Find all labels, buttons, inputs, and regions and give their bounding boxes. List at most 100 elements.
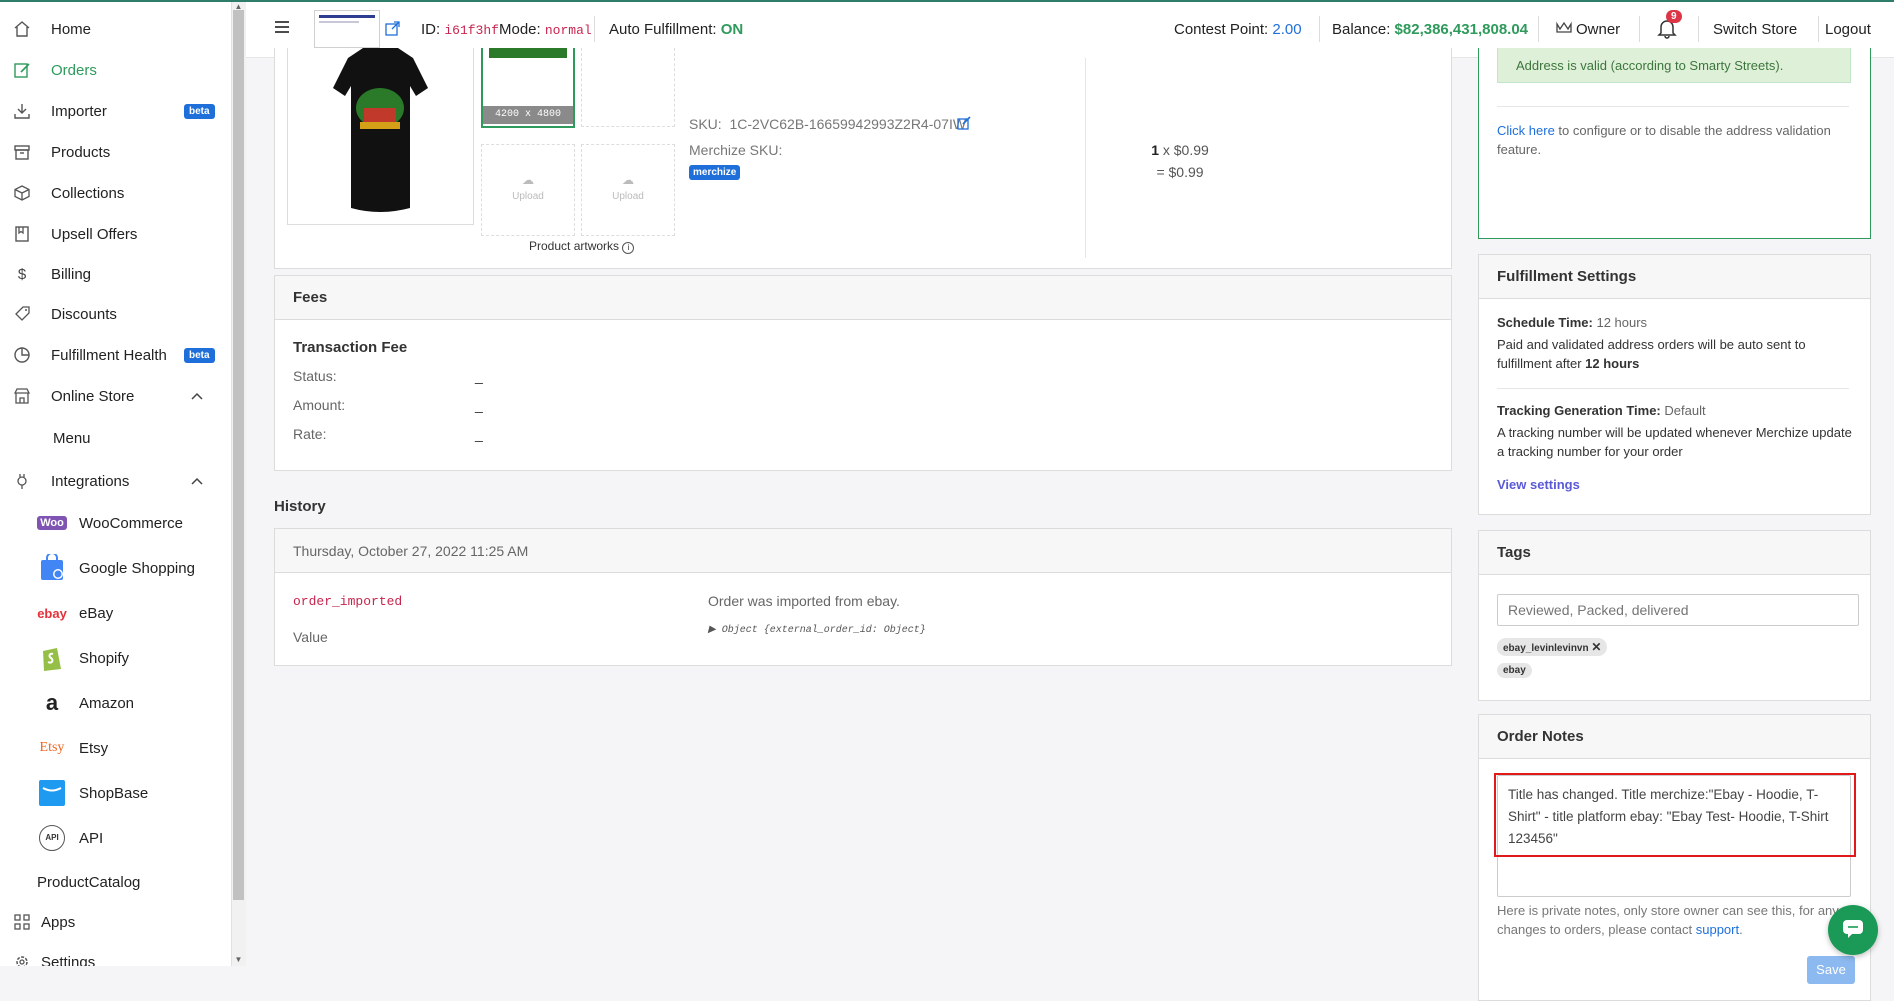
artwork-thumbnail-selected[interactable]: 4200 x 4800 — [481, 48, 575, 128]
gear-icon — [12, 952, 32, 966]
address-valid-alert: Address is valid (according to Smarty St… — [1497, 48, 1851, 83]
info-icon[interactable]: i — [622, 242, 635, 254]
sidebar-item-label: Collections — [51, 184, 125, 202]
schedule-time: Schedule Time: 12 hours — [1497, 315, 1648, 330]
sidebar-item-orders[interactable]: Orders — [0, 50, 231, 90]
divider — [1497, 388, 1849, 389]
product-artworks-label: Product artworks i — [529, 239, 635, 254]
contest-point: Contest Point: 2.00 — [1174, 21, 1302, 38]
crown-icon — [1556, 20, 1572, 37]
logout-link[interactable]: Logout — [1825, 21, 1871, 38]
tag-chip: ebay — [1497, 663, 1532, 678]
sidebar-item-label: Online Store — [51, 387, 135, 405]
history-title: History — [274, 498, 326, 515]
sidebar-item-settings[interactable]: Settings — [0, 942, 231, 966]
tags-input[interactable] — [1497, 594, 1859, 626]
order-notes-help: Here is private notes, only store owner … — [1497, 903, 1839, 937]
sidebar-item-menu[interactable]: Menu — [0, 418, 231, 458]
cloud-upload-icon: ☁ — [622, 173, 634, 187]
sidebar-item-products[interactable]: Products — [0, 132, 231, 172]
remove-tag-icon[interactable]: ✕ — [1591, 640, 1601, 654]
sidebar-item-integrations[interactable]: Integrations — [0, 461, 231, 501]
merchize-sku-label: Merchize SKU: — [689, 142, 783, 158]
upload-label: Upload — [612, 191, 644, 202]
integration-google-shopping[interactable]: Google Shopping — [0, 546, 231, 590]
sidebar-item-label: Orders — [51, 61, 97, 79]
sidebar-item-upsell-offers[interactable]: Upsell Offers — [0, 214, 231, 254]
sidebar-item-apps[interactable]: Apps — [0, 902, 231, 942]
sidebar-item-home[interactable]: Home — [0, 9, 231, 49]
fee-status-value: _ — [475, 368, 483, 384]
catalog-icon — [10, 872, 30, 892]
sidebar-item-productcatalog[interactable]: ProductCatalog — [0, 862, 231, 902]
schedule-description: Paid and validated address orders will b… — [1497, 337, 1806, 371]
shopify-logo — [38, 644, 66, 672]
home-icon — [12, 19, 32, 39]
notification-count-badge: 9 — [1666, 10, 1682, 23]
sidebar-item-label: Importer — [51, 102, 107, 120]
click-here-link[interactable]: Click here — [1497, 123, 1555, 138]
order-notes-textarea[interactable]: Title has changed. Title merchize:"Ebay … — [1494, 773, 1856, 897]
integration-label: Amazon — [79, 694, 135, 712]
grid-icon — [12, 912, 32, 932]
integration-etsy[interactable]: Etsy Etsy — [0, 726, 231, 770]
sidebar: Home Orders Importer beta Products Colle… — [0, 2, 231, 966]
api-logo: API — [38, 824, 66, 852]
sidebar-item-online-store[interactable]: Online Store — [0, 376, 231, 416]
integration-ebay[interactable]: ebay eBay — [0, 591, 231, 635]
header-divider — [1698, 16, 1699, 42]
sidebar-scrollbar-thumb[interactable] — [233, 10, 244, 900]
external-link-icon[interactable] — [385, 21, 400, 39]
edit-icon — [12, 60, 32, 80]
sidebar-item-label: Menu — [53, 429, 91, 447]
sku-line: SKU: 1C-2VC62B-16659942993Z2R4-07IW — [689, 116, 967, 132]
product-image[interactable] — [287, 48, 474, 225]
chat-support-button[interactable] — [1828, 905, 1878, 955]
fee-status-label: Status: — [293, 368, 337, 384]
chevron-up-icon[interactable] — [190, 389, 204, 403]
account-balance: Balance: $82,386,431,808.04 — [1332, 21, 1529, 38]
sidebar-item-billing[interactable]: $ Billing — [0, 254, 231, 294]
integration-api[interactable]: API API — [0, 816, 231, 860]
edit-sku-icon[interactable] — [957, 116, 971, 133]
save-notes-button[interactable]: Save — [1807, 956, 1855, 984]
sidebar-item-label: Fulfillment Health — [51, 346, 167, 364]
sidebar-item-label: Products — [51, 143, 111, 161]
sidebar-item-importer[interactable]: Importer beta — [0, 91, 231, 131]
merchize-badge: merchize — [689, 165, 741, 180]
artwork-upload-slot[interactable]: ☁ Upload — [581, 144, 675, 236]
chevron-up-icon[interactable] — [190, 474, 204, 488]
integration-label: ShopBase — [79, 784, 149, 802]
switch-store-link[interactable]: Switch Store — [1713, 21, 1797, 38]
sidebar-item-collections[interactable]: Collections — [0, 173, 231, 213]
view-settings-link[interactable]: View settings — [1497, 477, 1580, 492]
sidebar-item-label: Settings — [41, 953, 96, 967]
hamburger-menu-icon[interactable] — [274, 20, 290, 37]
sidebar-item-label: Billing — [51, 265, 92, 283]
sidebar-item-fulfillment-health[interactable]: Fulfillment Health beta — [0, 335, 231, 375]
chat-icon — [1842, 919, 1864, 942]
artwork-slot[interactable] — [581, 48, 675, 127]
history-card: Thursday, October 27, 2022 11:25 AM orde… — [274, 528, 1452, 666]
sidebar-item-label: Home — [51, 20, 92, 38]
history-value-object[interactable]: ▶ Object {external_order_id: Object} — [708, 624, 926, 636]
header-divider — [1538, 16, 1539, 42]
artwork-upload-slot[interactable]: ☁ Upload — [481, 144, 575, 236]
sidebar-item-discounts[interactable]: Discounts — [0, 294, 231, 334]
integration-shopbase[interactable]: ShopBase — [0, 771, 231, 815]
card-divider — [1085, 58, 1086, 258]
sidebar-item-label: Discounts — [51, 305, 117, 323]
artwork-size-label: 4200 x 4800 — [483, 106, 573, 124]
fee-rate-value: _ — [475, 426, 483, 442]
main-content: 4200 x 4800 ☁ Upload ☁ Upload Product ar… — [246, 48, 1894, 1001]
sidebar-item-label: Integrations — [51, 472, 130, 490]
tracking-generation-time: Tracking Generation Time: Default — [1497, 403, 1706, 418]
integration-amazon[interactable]: a Amazon — [0, 681, 231, 725]
support-link[interactable]: support — [1696, 922, 1739, 937]
box-icon — [12, 142, 32, 162]
integration-woocommerce[interactable]: Woo WooCommerce — [0, 501, 231, 545]
scroll-down-arrow-icon[interactable]: ▼ — [233, 955, 244, 965]
header-divider — [1639, 16, 1640, 42]
sidebar-item-label: ProductCatalog — [37, 873, 141, 891]
integration-shopify[interactable]: Shopify — [0, 636, 231, 680]
